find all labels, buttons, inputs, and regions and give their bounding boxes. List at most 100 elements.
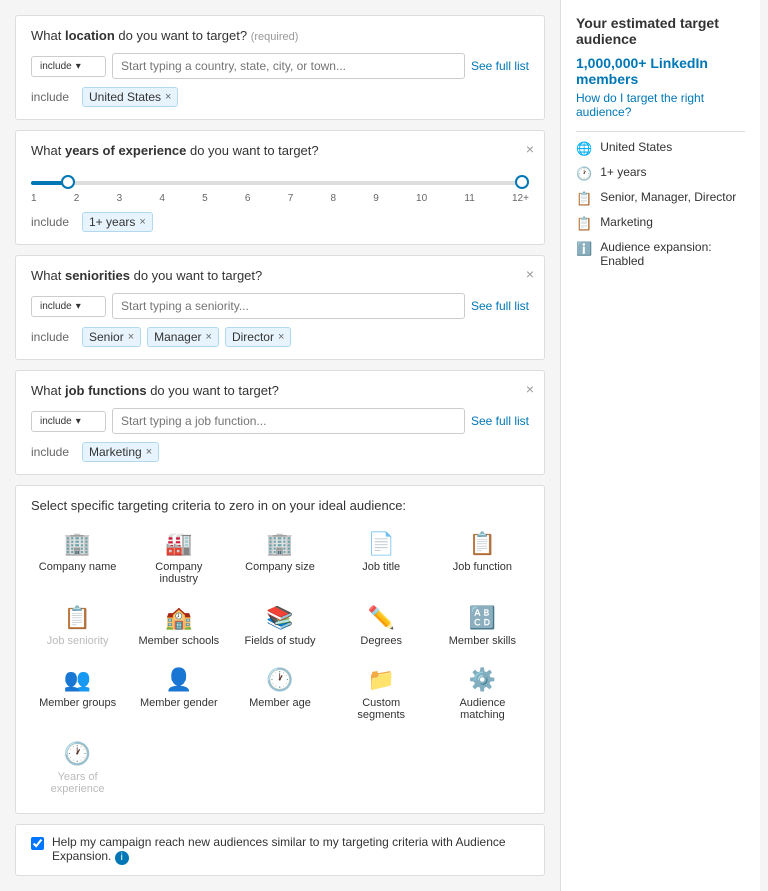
job-function-label: Job function <box>453 561 512 573</box>
location-include-select[interactable]: include ▾ <box>31 56 106 77</box>
targeting-criteria-section: Select specific targeting criteria to ze… <box>15 485 545 814</box>
sidebar: Your estimated target audience 1,000,000… <box>560 0 760 891</box>
job-functions-title: What job functions do you want to target… <box>31 383 529 398</box>
required-label: (required) <box>251 31 299 43</box>
degrees-label: Degrees <box>360 635 402 647</box>
member-age-icon: 🕐 <box>266 667 293 693</box>
seniority-tag-director-remove[interactable]: × <box>278 331 284 343</box>
sidebar-item-location: 🌐 United States <box>576 140 745 157</box>
experience-include-label: include <box>31 215 76 229</box>
seniority-tag-senior-remove[interactable]: × <box>128 331 134 343</box>
job-functions-see-full-list-link[interactable]: See full list <box>471 414 529 428</box>
seniorities-include-label: include <box>31 330 76 344</box>
job-function-tag-marketing: Marketing × <box>82 442 159 462</box>
custom-segments-icon: 📁 <box>367 667 394 693</box>
job-title-icon: 📄 <box>367 531 394 557</box>
marketing-icon: 📋 <box>576 216 592 232</box>
job-function-icon: 📋 <box>469 531 496 557</box>
company-industry-label: Company industry <box>138 561 219 585</box>
seniorities-see-full-list-link[interactable]: See full list <box>471 299 529 313</box>
targeting-company-name[interactable]: 🏢 Company name <box>31 525 124 591</box>
experience-section: × What years of experience do you want t… <box>15 130 545 245</box>
years-of-experience-label: Years of experience <box>37 771 118 795</box>
targeting-member-gender[interactable]: 👤 Member gender <box>132 661 225 727</box>
targeting-audience-matching[interactable]: ⚙️ Audience matching <box>436 661 529 727</box>
job-functions-search-input[interactable] <box>112 408 465 434</box>
seniority-tag-manager: Manager × <box>147 327 219 347</box>
job-functions-close-button[interactable]: × <box>526 381 534 397</box>
seniorities-close-button[interactable]: × <box>526 266 534 282</box>
audience-matching-icon: ⚙️ <box>469 667 496 693</box>
audience-expansion-text: Help my campaign reach new audiences sim… <box>52 835 529 865</box>
fields-of-study-icon: 📚 <box>266 605 293 631</box>
job-functions-section: × What job functions do you want to targ… <box>15 370 545 475</box>
job-functions-include-label: include <box>31 445 76 459</box>
targeting-member-schools[interactable]: 🏫 Member schools <box>132 599 225 653</box>
seniority-tag-manager-remove[interactable]: × <box>206 331 212 343</box>
location-tag-us: United States × <box>82 87 178 107</box>
member-gender-label: Member gender <box>140 697 218 709</box>
job-title-label: Job title <box>362 561 400 573</box>
targeting-job-title[interactable]: 📄 Job title <box>335 525 428 591</box>
member-groups-icon: 👥 <box>64 667 91 693</box>
targeting-member-age[interactable]: 🕐 Member age <box>233 661 326 727</box>
audience-expansion-section: Help my campaign reach new audiences sim… <box>15 824 545 876</box>
slider-thumb-left[interactable] <box>61 175 75 189</box>
targeting-member-skills[interactable]: 🔠 Member skills <box>436 599 529 653</box>
location-see-full-list-link[interactable]: See full list <box>471 59 529 73</box>
experience-slider[interactable]: 123456789101112+ <box>31 168 529 212</box>
experience-tag-remove[interactable]: × <box>139 216 145 228</box>
job-functions-tags-row: include Marketing × <box>31 442 529 462</box>
location-search-input[interactable] <box>112 53 465 79</box>
job-functions-include-select[interactable]: include ▾ <box>31 411 106 432</box>
seniorities-search-input[interactable] <box>112 293 465 319</box>
targeting-fields-of-study[interactable]: 📚 Fields of study <box>233 599 326 653</box>
slider-track <box>31 181 529 185</box>
member-schools-label: Member schools <box>138 635 219 647</box>
member-gender-icon: 👤 <box>165 667 192 693</box>
seniority-icon: 📋 <box>576 191 592 207</box>
sidebar-item-seniority: 📋 Senior, Manager, Director <box>576 190 745 207</box>
location-section: What location do you want to target? (re… <box>15 15 545 120</box>
audience-matching-label: Audience matching <box>442 697 523 721</box>
seniorities-include-select[interactable]: include ▾ <box>31 296 106 317</box>
main-content: What location do you want to target? (re… <box>0 0 560 891</box>
job-seniority-label: Job seniority <box>47 635 109 647</box>
experience-title: What years of experience do you want to … <box>31 143 529 158</box>
sidebar-item-experience: 🕐 1+ years <box>576 165 745 182</box>
slider-thumb-right[interactable] <box>515 175 529 189</box>
seniorities-section: × What seniorities do you want to target… <box>15 255 545 360</box>
slider-labels: 123456789101112+ <box>31 193 529 204</box>
targeting-member-groups[interactable]: 👥 Member groups <box>31 661 124 727</box>
targeting-job-function[interactable]: 📋 Job function <box>436 525 529 591</box>
chevron-down-icon: ▾ <box>76 301 81 312</box>
location-input-row: include ▾ See full list <box>31 53 529 79</box>
targeting-custom-segments[interactable]: 📁 Custom segments <box>335 661 428 727</box>
experience-close-button[interactable]: × <box>526 141 534 157</box>
company-name-label: Company name <box>39 561 117 573</box>
audience-expansion-checkbox[interactable] <box>31 837 44 850</box>
how-to-target-link[interactable]: How do I target the right audience? <box>576 91 745 119</box>
location-tag-us-remove[interactable]: × <box>165 91 171 103</box>
years-of-experience-icon: 🕐 <box>64 741 91 767</box>
chevron-down-icon: ▾ <box>76 61 81 72</box>
degrees-icon: ✏️ <box>367 605 394 631</box>
targeting-degrees[interactable]: ✏️ Degrees <box>335 599 428 653</box>
targeting-company-industry[interactable]: 🏭 Company industry <box>132 525 225 591</box>
globe-icon: 🌐 <box>576 141 592 157</box>
member-groups-label: Member groups <box>39 697 116 709</box>
seniorities-input-row: include ▾ See full list <box>31 293 529 319</box>
targeting-job-seniority[interactable]: 📋 Job seniority <box>31 599 124 653</box>
targeting-company-size[interactable]: 🏢 Company size <box>233 525 326 591</box>
sidebar-divider <box>576 131 745 132</box>
targeting-years-of-experience[interactable]: 🕐 Years of experience <box>31 735 124 801</box>
expansion-info-icon[interactable]: i <box>115 851 129 865</box>
job-function-tag-marketing-remove[interactable]: × <box>146 446 152 458</box>
seniority-tag-director: Director × <box>225 327 291 347</box>
sidebar-item-audience-expansion: ℹ️ Audience expansion: Enabled <box>576 240 745 268</box>
audience-count: 1,000,000+ LinkedIn members <box>576 55 745 87</box>
info-circle-icon: ℹ️ <box>576 241 592 257</box>
targeting-criteria-title: Select specific targeting criteria to ze… <box>31 498 529 513</box>
seniorities-tags-row: include Senior × Manager × Director × <box>31 327 529 347</box>
member-age-label: Member age <box>249 697 311 709</box>
